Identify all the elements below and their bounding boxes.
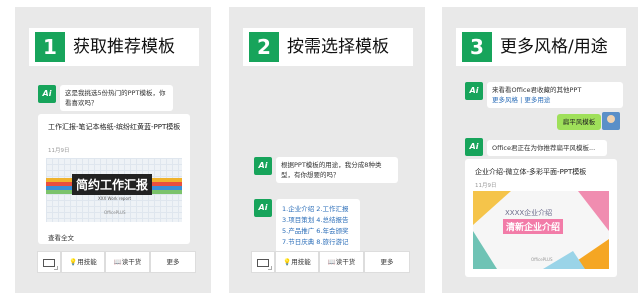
card-title: 企业介绍-微立体-多彩平面-PPT模板 (475, 168, 587, 176)
category-option[interactable]: 1.企业介绍 (282, 205, 314, 213)
more-styles-link[interactable]: 更多风格 (492, 96, 518, 104)
articles-button[interactable]: 📖读干货 (105, 251, 150, 273)
category-option[interactable]: 3.项目策划 (282, 216, 314, 224)
category-list: 1.企业介绍 2.工作汇报 3.项目策划 4.总结报告 5.产品推广 6.年会颁… (276, 199, 360, 253)
step-title: 获取推荐模板 (73, 37, 175, 57)
more-button[interactable]: 更多 (150, 251, 196, 273)
bot-message: 这是我挑选5份热门的PPT模板，你看喜欢吗？ (60, 85, 173, 111)
thumb-subtitle: XXX Work report (98, 196, 132, 201)
category-option[interactable]: 5.产品推广 (282, 227, 314, 235)
read-all-link[interactable]: 查看全文 (48, 232, 74, 242)
skills-button[interactable]: 💡用技能 (61, 251, 105, 273)
step-number: 1 (35, 32, 65, 62)
step-header: 1 获取推荐模板 (29, 28, 199, 66)
bot-avatar: Ai (465, 82, 483, 100)
step-header: 2 按需选择模板 (243, 28, 413, 66)
more-button[interactable]: 更多 (364, 251, 410, 273)
template-thumbnail: 简约工作汇报 XXX Work report OfficePLUS (46, 158, 182, 222)
keyboard-button[interactable] (251, 251, 275, 273)
template-card[interactable]: 企业介绍-微立体-多彩平面-PPT模板 11月9日 XXXX企业介绍 清新企业介… (465, 159, 617, 277)
chat-toolbar: 💡用技能 📖读干货 更多 (15, 251, 211, 273)
template-thumbnail: XXXX企业介绍 清新企业介绍 OfficePLUS (473, 191, 609, 269)
step-number: 3 (462, 32, 492, 62)
category-option[interactable]: 7.节日庆典 (282, 238, 314, 246)
panel-step-1: 1 获取推荐模板 Ai 这是我挑选5份热门的PPT模板，你看喜欢吗？ 工作汇报-… (15, 7, 211, 293)
category-option[interactable]: 2.工作汇报 (316, 205, 348, 213)
category-option[interactable]: 4.总结报告 (316, 216, 348, 224)
panel-step-3: 3 更多风格/用途 Ai 来看看Office君收藏的其他PPT 更多风格 | 更… (442, 7, 638, 293)
bot-avatar: Ai (38, 85, 56, 103)
bot-message: Office君正在为你推荐扁平风模板... (487, 140, 607, 156)
bot-message: 根据PPT模板的用途，我分成8种类型，有你想要的吗？ (276, 157, 398, 183)
step-header: 3 更多风格/用途 (456, 28, 626, 66)
bot-avatar: Ai (254, 157, 272, 175)
step-number: 2 (249, 32, 279, 62)
template-card[interactable]: 工作汇报-笔记本格纸-缤纷红黄蓝-PPT模板 11月9日 简约工作汇报 XXX … (38, 114, 190, 244)
chat-toolbar: 💡用技能 📖读干货 更多 (229, 251, 425, 273)
thumb-line-2: 清新企业介绍 (503, 219, 564, 234)
keyboard-button[interactable] (37, 251, 61, 273)
articles-button[interactable]: 📖读干货 (319, 251, 364, 273)
thumb-brand: OfficePLUS (104, 210, 126, 215)
step-title: 更多风格/用途 (500, 37, 608, 57)
thumb-title: 简约工作汇报 (72, 174, 153, 195)
bot-message: 来看看Office君收藏的其他PPT 更多风格 | 更多用途 (487, 82, 623, 108)
panel-step-2: 2 按需选择模板 Ai 根据PPT模板的用途，我分成8种类型，有你想要的吗？ A… (229, 7, 425, 293)
bot-avatar: Ai (465, 138, 483, 156)
category-option[interactable]: 8.旅行游记 (316, 238, 348, 246)
bot-message-text: 来看看Office君收藏的其他PPT (492, 86, 582, 94)
category-option[interactable]: 6.年会颁奖 (316, 227, 348, 235)
thumb-line-1: XXXX企业介绍 (505, 209, 553, 217)
card-date: 11月9日 (475, 183, 497, 189)
bot-avatar: Ai (254, 199, 272, 217)
skills-button[interactable]: 💡用技能 (275, 251, 319, 273)
user-avatar (602, 112, 620, 130)
user-message: 扁平风模板 (557, 114, 601, 130)
step-title: 按需选择模板 (287, 37, 389, 57)
card-date: 11月9日 (48, 148, 70, 154)
thumb-brand: OfficePLUS (531, 257, 553, 262)
card-title: 工作汇报-笔记本格纸-缤纷红黄蓝-PPT模板 (48, 123, 181, 131)
more-uses-link[interactable]: 更多用途 (524, 96, 550, 104)
